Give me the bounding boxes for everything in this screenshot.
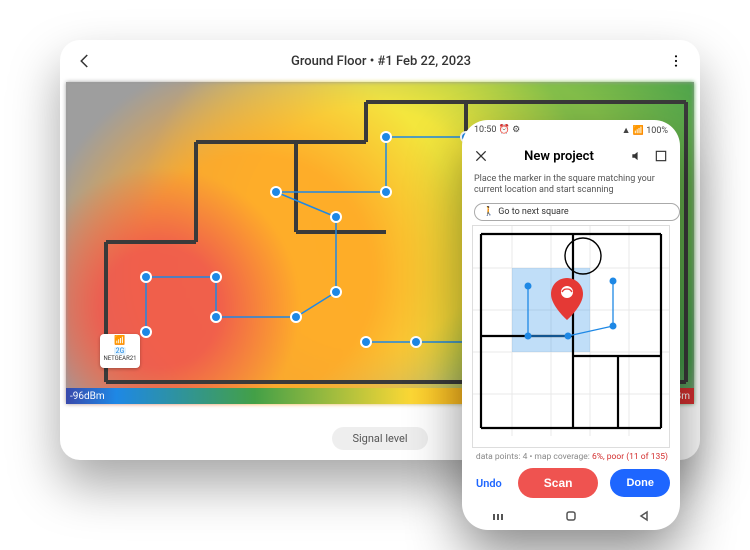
close-icon[interactable] — [474, 149, 488, 163]
phone-map[interactable] — [472, 225, 670, 449]
instruction-text: Place the marker in the square matching … — [462, 172, 680, 203]
phone-coverage-stats: data points: 4 • map coverage: 6%, poor … — [462, 448, 680, 464]
phone-header: New project — [462, 140, 680, 172]
next-square-chip[interactable]: 🚶 Go to next square — [474, 203, 680, 221]
back-icon[interactable] — [76, 52, 94, 70]
walk-icon: 🚶 — [483, 207, 494, 217]
status-time: 10:50 ⏰ ⚙ — [474, 125, 520, 135]
done-button[interactable]: Done — [610, 469, 670, 497]
phone-statusbar: 10:50 ⏰ ⚙ ▲ 📶 100% — [462, 120, 680, 140]
page-title: Ground Floor • #1 Feb 22, 2023 — [291, 54, 471, 69]
selected-cells — [512, 268, 590, 352]
nav-recent-icon[interactable] — [491, 508, 505, 522]
router-label: NETGEAR21 — [100, 355, 140, 362]
nav-back-icon[interactable] — [637, 508, 651, 522]
phone-actions: Undo Scan Done — [462, 464, 680, 504]
phone-title: New project — [524, 149, 594, 164]
scale-min: -96dBm — [70, 391, 105, 402]
sound-icon[interactable] — [630, 149, 644, 163]
android-navbar — [462, 504, 680, 530]
status-right: ▲ 📶 100% — [622, 125, 668, 136]
phone-window: 10:50 ⏰ ⚙ ▲ 📶 100% New project Place the… — [462, 120, 680, 530]
scan-button[interactable]: Scan — [518, 468, 599, 498]
expand-icon[interactable] — [654, 149, 668, 163]
signal-level-pill[interactable]: Signal level — [332, 427, 427, 450]
nav-home-icon[interactable] — [564, 508, 578, 522]
tablet-header: Ground Floor • #1 Feb 22, 2023 — [60, 40, 700, 82]
more-icon[interactable] — [668, 53, 684, 69]
router-band: 2G — [114, 347, 127, 355]
router-badge[interactable]: 📶 2G NETGEAR21 — [100, 334, 140, 368]
undo-button[interactable]: Undo — [472, 471, 506, 496]
